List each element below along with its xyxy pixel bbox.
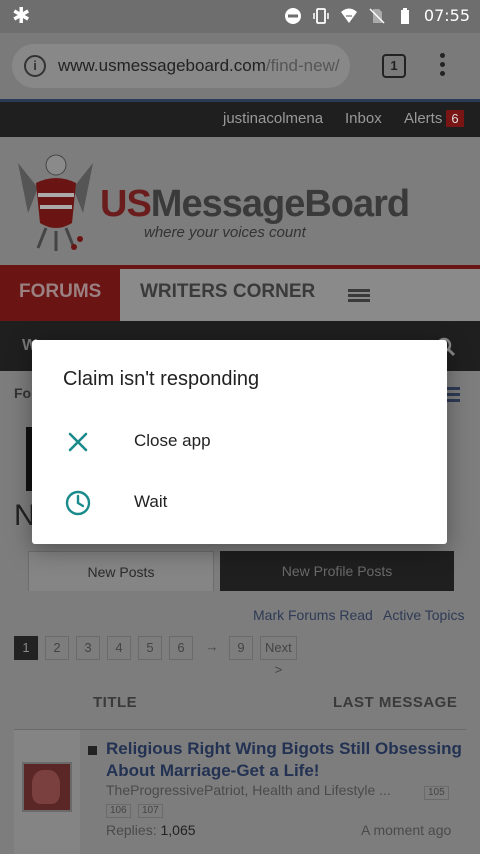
page-link-3[interactable]: 3 <box>76 636 100 660</box>
thread-page-link-105[interactable]: 105 <box>424 786 449 800</box>
inbox-link[interactable]: Inbox <box>345 110 382 127</box>
overflow-menu-icon[interactable] <box>440 53 446 79</box>
thread-replies: Replies: 1,065 <box>106 822 196 838</box>
replies-label: Replies: <box>106 822 157 838</box>
thread-title-link[interactable]: Religious Right Wing Bigots Still Obsess… <box>106 738 462 782</box>
main-nav: FORUMS WRITERS CORNER <box>0 269 480 321</box>
page-link-last[interactable]: 9 <box>229 636 253 660</box>
page-link-5[interactable]: 5 <box>138 636 162 660</box>
url-path: /find-new/ <box>265 56 340 75</box>
page-link-1[interactable]: 1 <box>14 636 38 660</box>
status-bar: ✱ 07:55 <box>0 0 480 33</box>
thread-page-link-106[interactable]: 106 <box>106 804 131 818</box>
site-header: USMessageBoard <box>0 137 480 265</box>
logo-us: US <box>100 183 152 225</box>
breadcrumb-item[interactable]: Fo <box>14 385 31 401</box>
alerts-label: Alerts <box>404 110 443 127</box>
alerts-count-badge: 6 <box>446 110 464 127</box>
tab-new-profile-posts[interactable]: New Profile Posts <box>220 551 454 591</box>
wifi-icon <box>340 8 357 23</box>
clock: 07:55 <box>423 6 470 25</box>
thread-row[interactable]: Religious Right Wing Bigots Still Obsess… <box>14 729 466 854</box>
clock-icon <box>65 490 91 516</box>
close-icon <box>68 432 88 452</box>
close-app-label: Close app <box>134 431 211 450</box>
url-text[interactable]: www.usmessageboard.com/find-new/ <box>58 56 348 76</box>
avatar-column <box>14 730 80 854</box>
tab-forums[interactable]: FORUMS <box>0 269 120 321</box>
site-logo-text[interactable]: USMessageBoard <box>100 183 410 226</box>
last-message-column-header[interactable]: LAST MESSAGE <box>333 694 457 711</box>
info-icon[interactable]: i <box>24 55 46 77</box>
battery-icon <box>400 7 409 24</box>
dialog-title: Claim isn't responding <box>63 368 260 390</box>
replies-count: 1,065 <box>160 822 196 838</box>
url-host: www.usmessageboard.com <box>58 56 266 75</box>
thread-page-link-107[interactable]: 107 <box>138 804 163 818</box>
vibrate-icon <box>313 7 329 24</box>
page-jump[interactable]: → <box>200 636 224 660</box>
tab-new-posts[interactable]: New Posts <box>28 551 214 591</box>
asterisk-icon: ✱ <box>12 4 31 29</box>
page-link-4[interactable]: 4 <box>107 636 131 660</box>
tab-writers-corner[interactable]: WRITERS CORNER <box>140 281 315 303</box>
do-not-disturb-icon <box>284 7 301 24</box>
thread-status-icon <box>88 746 97 755</box>
post-tabs: New Posts New Profile Posts <box>14 549 466 593</box>
app-not-responding-dialog: Claim isn't responding Close app Wait <box>32 340 447 544</box>
next-page-button[interactable]: Next > <box>260 636 297 677</box>
active-topics-link[interactable]: Active Topics <box>383 607 464 623</box>
url-bar[interactable]: i www.usmessageboard.com/find-new/ <box>12 44 350 88</box>
status-icons: 07:55 <box>284 6 470 25</box>
browser-toolbar: i www.usmessageboard.com/find-new/ 1 <box>0 33 480 99</box>
forum-links: Mark Forums Read Active Topics <box>0 607 480 627</box>
thread-list-header: TITLE LAST MESSAGE <box>0 684 480 724</box>
no-sim-icon <box>369 7 385 24</box>
eagle-logo-icon[interactable] <box>8 143 103 258</box>
alerts-link[interactable]: Alerts 6 <box>404 110 464 127</box>
page-link-6[interactable]: 6 <box>169 636 193 660</box>
wait-label: Wait <box>134 492 168 511</box>
tab-switcher-button[interactable]: 1 <box>382 54 406 78</box>
page-link-2[interactable]: 2 <box>45 636 69 660</box>
title-column-header[interactable]: TITLE <box>93 694 137 711</box>
wait-button[interactable]: Wait <box>32 474 447 532</box>
close-app-button[interactable]: Close app <box>32 413 447 471</box>
avatar[interactable] <box>22 762 72 812</box>
username-link[interactable]: justinacolmena <box>223 110 323 127</box>
thread-meta: TheProgressivePatriot, Health and Lifest… <box>106 782 391 798</box>
mark-forums-read-link[interactable]: Mark Forums Read <box>253 607 373 623</box>
site-tagline: where your voices count <box>144 224 306 241</box>
user-bar: justinacolmena Inbox Alerts 6 <box>0 99 480 137</box>
last-message-time[interactable]: A moment ago <box>361 822 451 838</box>
nav-menu-icon[interactable] <box>348 289 370 303</box>
logo-messageboard: MessageBoard <box>150 183 410 225</box>
